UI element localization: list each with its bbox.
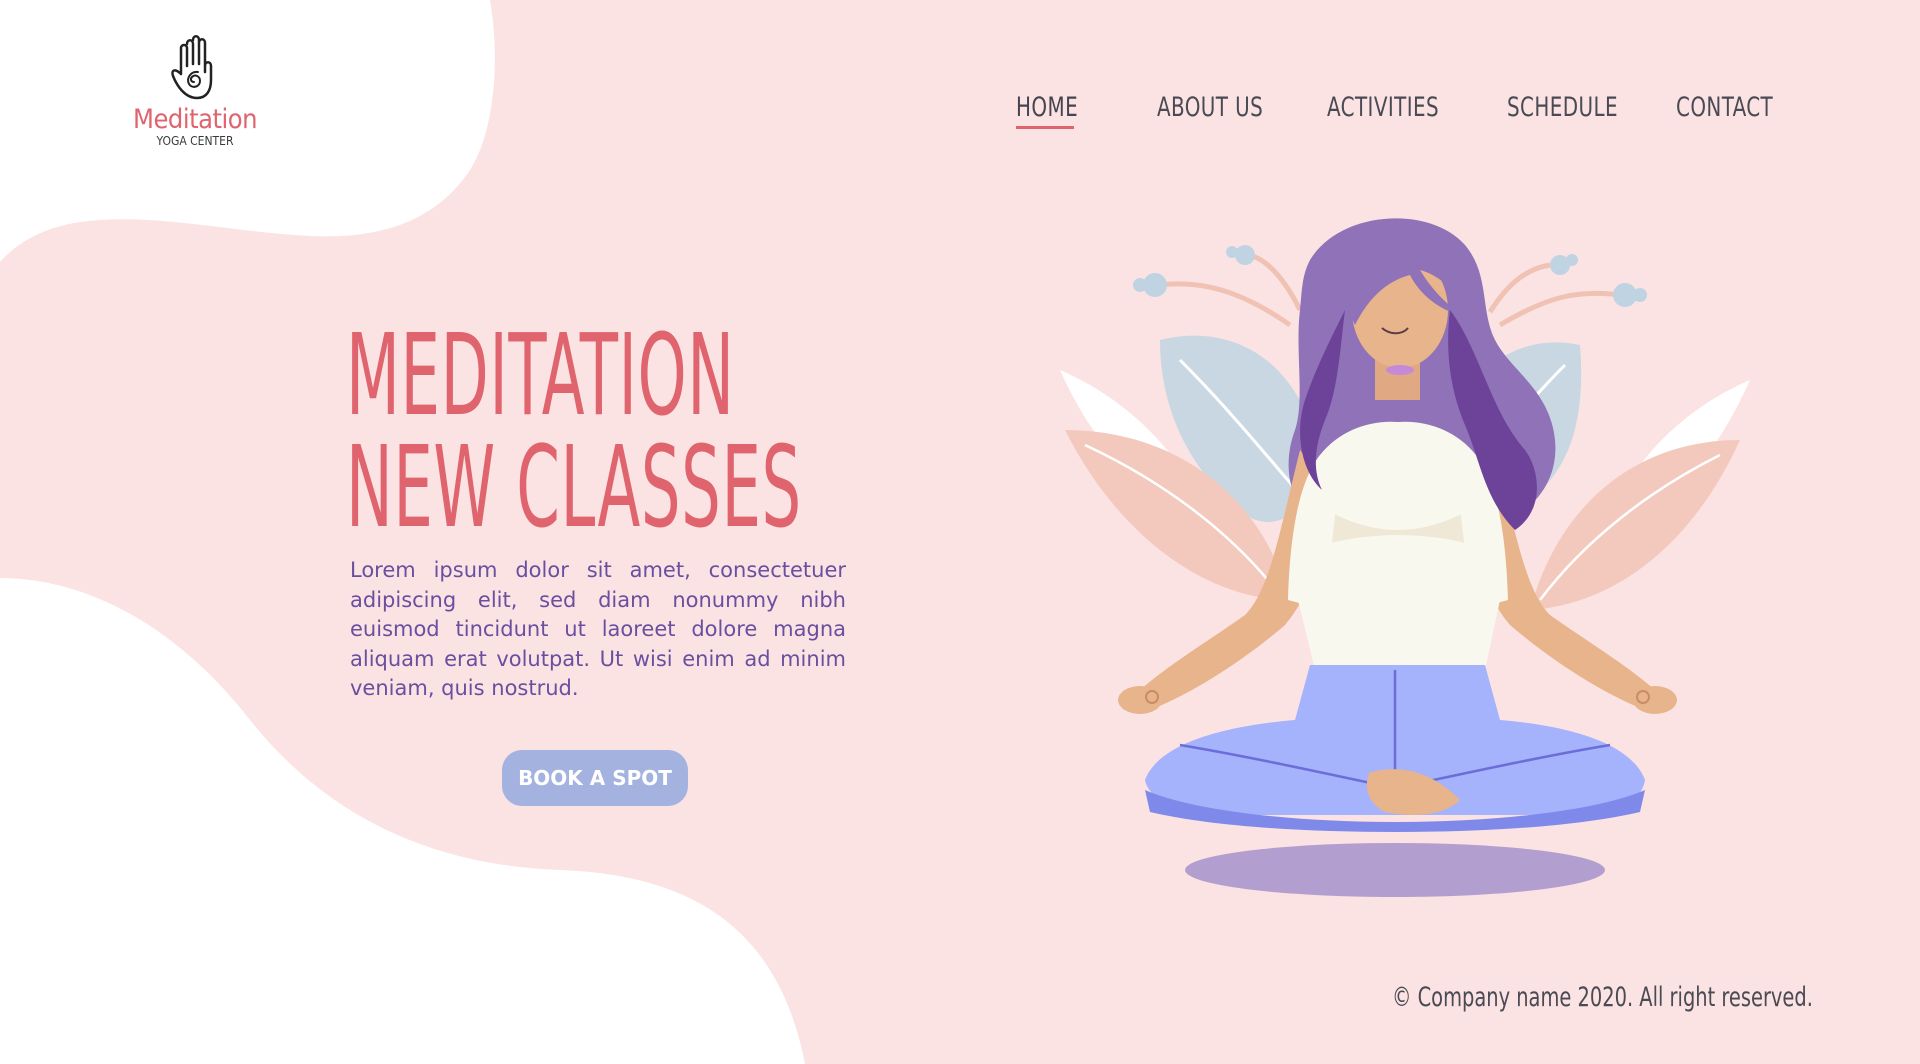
left-stem: [1159, 281, 1292, 328]
hero-title-line1: MEDITATION: [346, 311, 735, 441]
floor-shadow: [1185, 843, 1605, 897]
logo[interactable]: Meditation YOGA CENTER: [130, 34, 260, 154]
meditating-woman-illustration: [1060, 218, 1750, 897]
footer-copyright: © Company name 2020. All right reserved.: [1392, 982, 1813, 1013]
logo-tagline: YOGA CENTER: [156, 134, 234, 148]
right-stem: [1498, 290, 1621, 328]
pink-leaf-right: [1530, 440, 1740, 610]
book-a-spot-button[interactable]: BOOK A SPOT: [502, 750, 688, 806]
hero-title: MEDITATION NEW CLASSES: [346, 320, 866, 544]
nav-home[interactable]: HOME: [1016, 92, 1078, 123]
nav-about-us[interactable]: ABOUT US: [1157, 92, 1263, 123]
nav-active-underline: [1016, 126, 1074, 129]
hero-description: Lorem ipsum dolor sit amet, consectetuer…: [350, 558, 846, 700]
hand-spiral-icon: [171, 35, 213, 100]
nav-contact[interactable]: CONTACT: [1676, 92, 1773, 123]
nav-activities[interactable]: ACTIVITIES: [1327, 92, 1439, 123]
hero-title-line2: NEW CLASSES: [346, 423, 802, 553]
nav-schedule[interactable]: SCHEDULE: [1507, 92, 1618, 123]
logo-brand: Meditation: [132, 104, 258, 135]
